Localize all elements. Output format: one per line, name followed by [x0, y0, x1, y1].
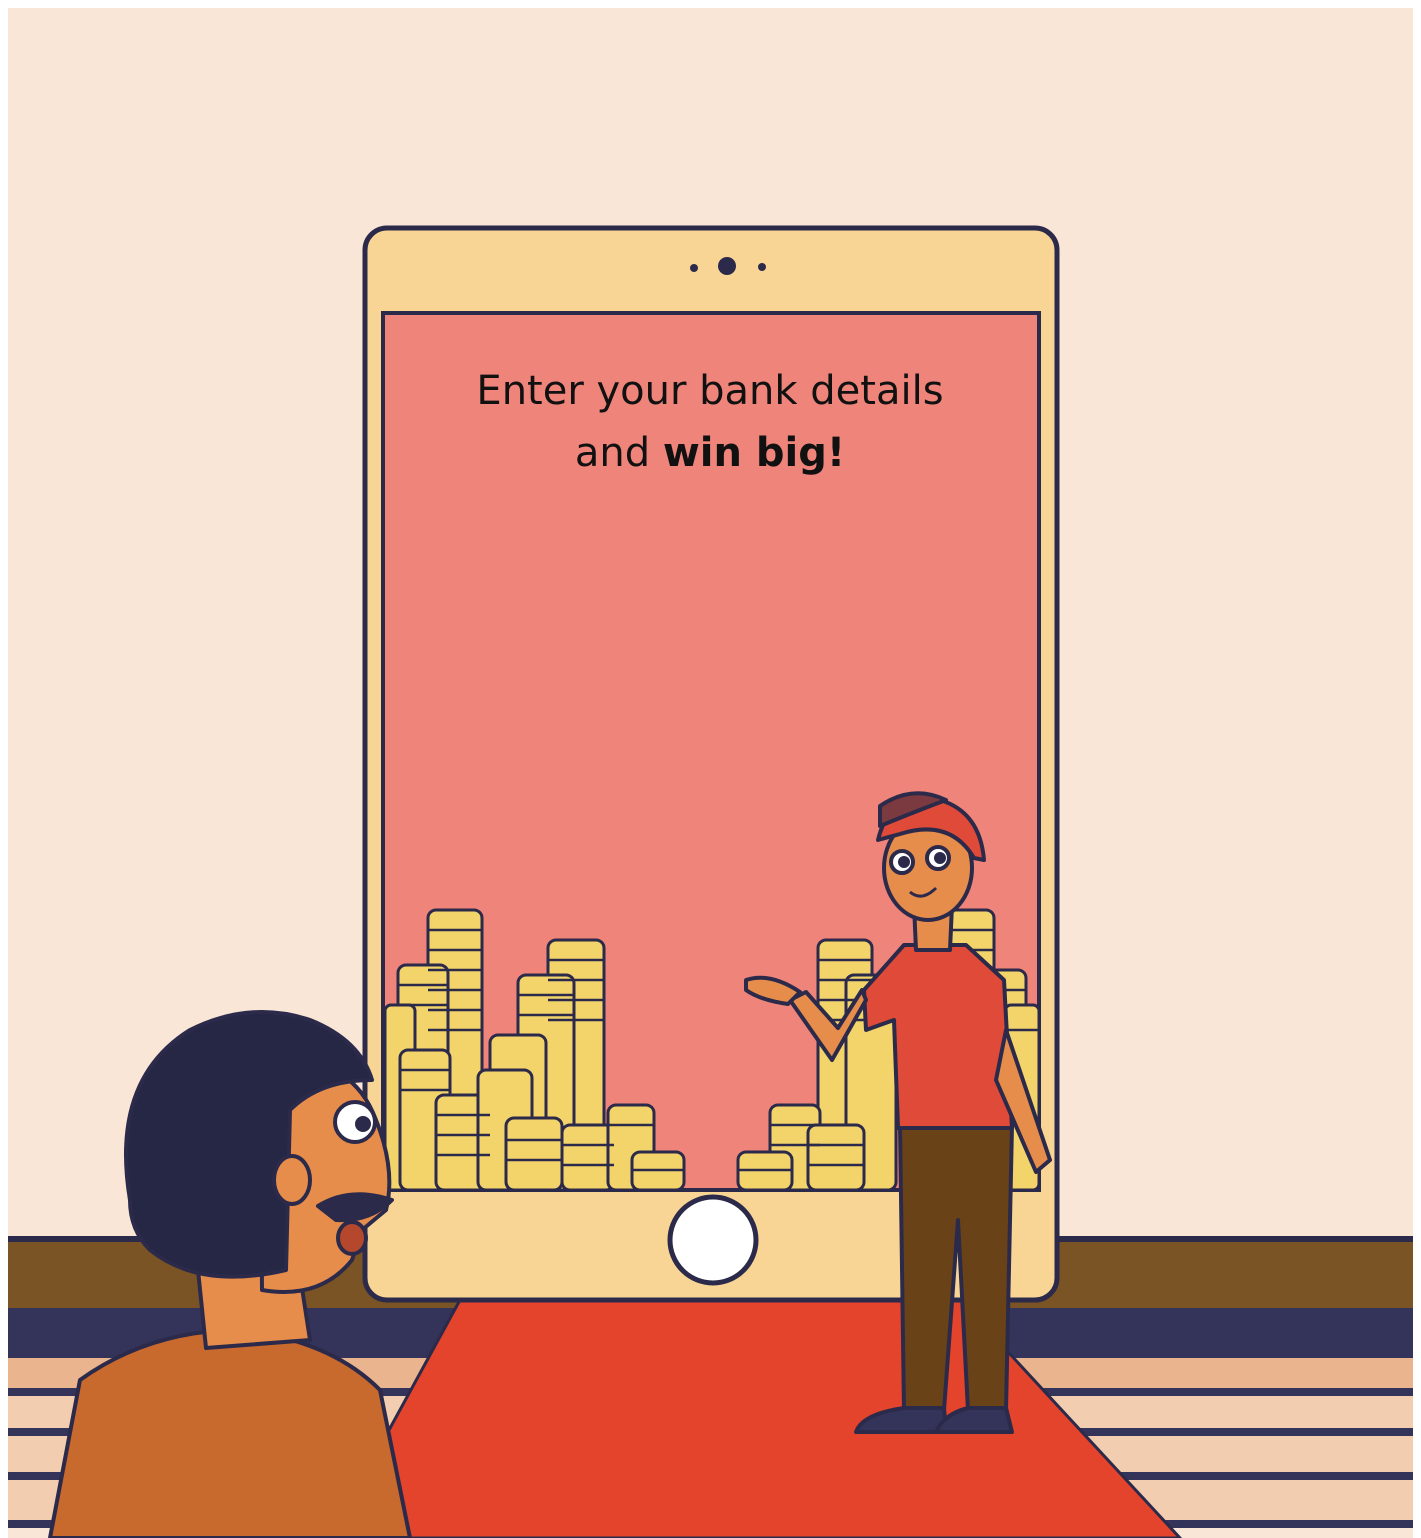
- headline-line-2-prefix: and: [574, 430, 663, 476]
- headline-line-1: Enter your bank details: [476, 368, 944, 414]
- home-button-icon: [667, 1194, 759, 1286]
- headline-emphasis: win big!: [662, 430, 846, 476]
- scene-artwork: [0, 0, 1421, 1538]
- headline-line-2: and win big!: [385, 422, 1035, 484]
- phishing-illustration: Enter your bank details and win big!: [0, 0, 1421, 1538]
- tablet-headline: Enter your bank details and win big!: [385, 360, 1035, 484]
